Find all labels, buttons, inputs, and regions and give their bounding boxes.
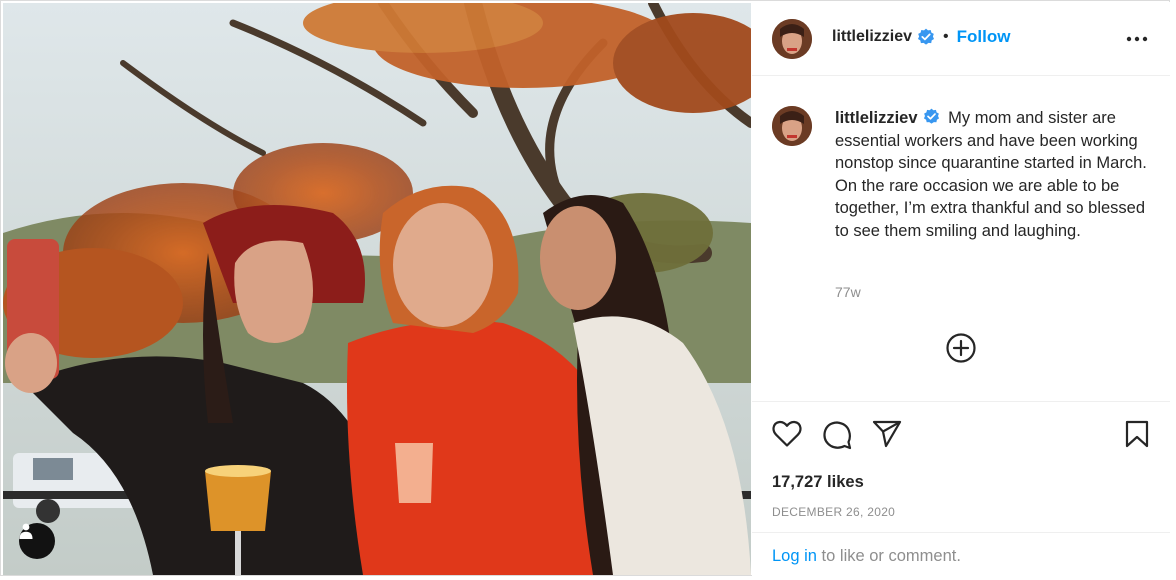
header-user-row: littlelizziev • Follow	[832, 27, 1010, 47]
caption-section: littlelizziev My mom and sister are esse…	[752, 76, 1170, 402]
avatar[interactable]	[772, 19, 812, 59]
header-separator: •	[943, 28, 949, 45]
caption-username[interactable]: littlelizziev	[835, 109, 918, 127]
login-link[interactable]: Log in	[772, 547, 817, 565]
likes-count[interactable]: 17,727 likes	[772, 473, 864, 492]
avatar-image	[772, 106, 812, 146]
view-replies-button[interactable]	[945, 332, 977, 369]
user-tag-button[interactable]	[19, 523, 55, 559]
post-date[interactable]: DECEMBER 26, 2020	[772, 505, 895, 519]
more-options-icon	[1126, 36, 1148, 42]
user-tag-icon	[19, 523, 33, 539]
photo-illustration	[3, 3, 751, 575]
avatar-image	[772, 19, 812, 59]
post-frame: littlelizziev • Follow littlelizziev My …	[0, 0, 1170, 576]
caption-avatar[interactable]	[772, 106, 812, 146]
post-side-panel: littlelizziev • Follow littlelizziev My …	[752, 2, 1170, 576]
like-button[interactable]	[772, 420, 802, 453]
header-username[interactable]: littlelizziev	[832, 28, 912, 46]
heart-icon	[772, 420, 802, 447]
post-actions: 17,727 likes DECEMBER 26, 2020	[752, 402, 1170, 532]
caption-timestamp[interactable]: 77w	[835, 284, 861, 300]
verified-badge-icon	[918, 28, 935, 45]
share-icon	[872, 420, 902, 448]
save-button[interactable]	[1124, 420, 1150, 453]
comment-icon	[823, 421, 852, 450]
login-prompt-suffix: to like or comment.	[816, 547, 961, 565]
more-options-button[interactable]	[1126, 28, 1148, 55]
caption-text-block: littlelizziev My mom and sister are esse…	[835, 107, 1160, 242]
login-prompt: Log in to like or comment.	[752, 532, 1170, 576]
add-circle-icon	[946, 333, 976, 363]
follow-button[interactable]: Follow	[957, 27, 1011, 47]
post-header: littlelizziev • Follow	[752, 2, 1170, 76]
bookmark-icon	[1125, 420, 1149, 448]
verified-badge-icon	[923, 108, 939, 124]
share-button[interactable]	[872, 420, 902, 453]
post-photo[interactable]	[3, 3, 751, 575]
caption-body: My mom and sister are essential workers …	[835, 109, 1147, 240]
comment-button[interactable]	[822, 420, 852, 455]
